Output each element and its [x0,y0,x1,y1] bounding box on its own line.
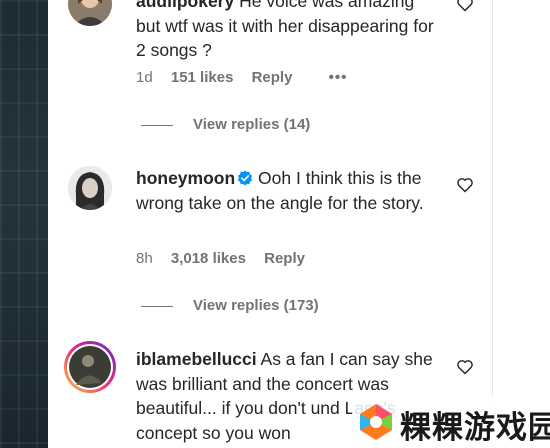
replies-divider-line [141,305,173,307]
view-replies-label: View replies (14) [193,116,311,133]
comment-time: 1d [136,69,153,86]
right-pane [493,0,550,448]
reply-button[interactable]: Reply [252,69,293,86]
comment-username[interactable]: iblamebellucci [136,349,257,369]
comment-username[interactable]: honeymoon [136,168,235,188]
watermark-text: 粿粿游戏园 [400,410,550,445]
heart-outline-icon[interactable] [456,177,474,193]
replies-divider-line [141,124,173,126]
heart-outline-icon[interactable] [456,0,474,12]
heart-outline-icon[interactable] [456,359,474,375]
like-count[interactable]: 151 likes [171,69,234,86]
comment-text: audiipokery He voice was amazing but wtf… [136,0,436,63]
comment-text: honeymoon Ooh I think this is the wrong … [136,166,436,215]
more-options-icon[interactable]: ••• [329,69,348,86]
view-replies-button[interactable]: View replies (173) [141,297,319,314]
watermark-logo-icon [360,404,392,440]
avatar[interactable] [68,166,112,210]
comment-item: honeymoon Ooh I think this is the wrong … [68,166,478,276]
comment-meta: 8h 3,018 likes Reply [136,250,319,267]
background-video-strip [0,0,48,448]
like-count[interactable]: 3,018 likes [171,250,246,267]
avatar-with-story-ring[interactable] [64,341,116,393]
reply-button[interactable]: Reply [264,250,305,267]
watermark: 粿粿游戏园 [352,396,550,448]
view-replies-label: View replies (173) [193,297,319,314]
comment-time: 8h [136,250,153,267]
comment-username[interactable]: audiipokery [136,0,234,11]
avatar[interactable] [68,0,112,26]
view-replies-button[interactable]: View replies (14) [141,116,310,133]
verified-badge-icon [238,170,253,186]
comment-meta: 1d 151 likes Reply ••• [136,69,361,86]
